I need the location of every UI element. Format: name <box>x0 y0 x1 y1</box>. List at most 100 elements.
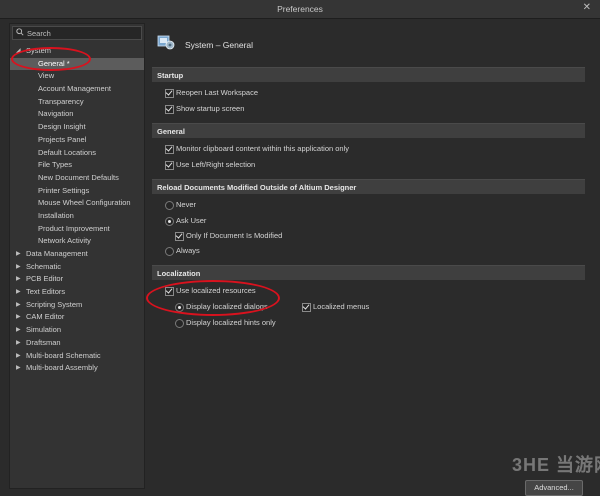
window-title: Preferences <box>277 4 323 14</box>
tree-item-label: Multi-board Schematic <box>26 350 101 360</box>
radio-button[interactable] <box>165 217 174 226</box>
search-box[interactable] <box>12 26 142 40</box>
tree-item-label: Schematic <box>26 261 62 271</box>
tree-item[interactable]: ▶ CAM Editor <box>10 311 144 324</box>
tree-item-label: View <box>38 71 55 81</box>
checkbox-label: Use Left/Right selection <box>176 160 256 169</box>
section-title: Reload Documents Modified Outside of Alt… <box>157 183 357 192</box>
tree-item[interactable]: File Types <box>10 159 144 172</box>
tree-item-label: Installation <box>38 210 74 220</box>
tree-item[interactable]: ▶ PCB Editor <box>10 273 144 286</box>
tree-item[interactable]: New Document Defaults <box>10 172 144 185</box>
expand-right-icon[interactable]: ▶ <box>16 324 21 337</box>
search-icon <box>16 28 24 36</box>
tree-item-label: PCB Editor <box>26 274 64 284</box>
preferences-tree: ◢ System General * View Account Management Tr… <box>10 45 144 375</box>
checkbox-box[interactable] <box>302 303 311 312</box>
tree-item[interactable]: ▶ Multi-board Assembly <box>10 362 144 375</box>
tree-item-label: Multi-board Assembly <box>26 363 98 373</box>
tree-item[interactable]: Installation <box>10 210 144 223</box>
tree-item-label: Account Management <box>38 84 111 94</box>
tree-item[interactable]: ▶ Scripting System <box>10 299 144 312</box>
radio-label: Never <box>176 200 197 209</box>
close-icon[interactable]: ✕ <box>583 2 591 13</box>
watermark: 3HE 当游网 <box>512 455 600 475</box>
expand-right-icon[interactable]: ▶ <box>16 362 21 375</box>
tree-item[interactable]: Mouse Wheel Configuration <box>10 197 144 210</box>
tree-item[interactable]: View <box>10 70 144 83</box>
startup-section-header: Startup <box>152 67 585 82</box>
settings-panel: System – General Startup Reopen Last Wor… <box>146 23 592 491</box>
highlight-ellipse <box>146 280 280 316</box>
expand-right-icon[interactable]: ▶ <box>16 311 21 324</box>
expand-right-icon[interactable]: ▶ <box>16 248 21 261</box>
section-title: General <box>157 127 185 136</box>
expand-right-icon[interactable]: ▶ <box>16 261 21 274</box>
tree-item[interactable]: Printer Settings <box>10 185 144 198</box>
tree-item[interactable]: Account Management <box>10 83 144 96</box>
tree-item[interactable]: ▶ Schematic <box>10 261 144 274</box>
checkbox-label: Show startup screen <box>176 104 245 113</box>
tree-item-label: CAM Editor <box>26 312 65 322</box>
reload-section-header: Reload Documents Modified Outside of Alt… <box>152 179 585 194</box>
radio-label: Display localized hints only <box>186 318 276 327</box>
tree-item-label: Mouse Wheel Configuration <box>38 198 131 208</box>
title-bar: Preferences ✕ <box>0 0 600 19</box>
tree-item-label: Design Insight <box>38 122 86 132</box>
expand-right-icon[interactable]: ▶ <box>16 337 21 350</box>
section-title: Localization <box>157 269 201 278</box>
tree-item-label: Data Management <box>26 249 88 258</box>
expand-right-icon[interactable]: ▶ <box>16 286 21 299</box>
tree-item[interactable]: Design Insight <box>10 121 144 134</box>
tree-item-label: Projects Panel <box>38 134 87 144</box>
localization-section-header: Localization <box>152 265 585 280</box>
tree-item[interactable]: Transparency <box>10 96 144 109</box>
tree-item[interactable]: ▶ Draftsman <box>10 337 144 350</box>
radio-label: Always <box>176 246 200 255</box>
radio-label: Ask User <box>176 216 207 225</box>
tree-item-label: Draftsman <box>26 337 61 347</box>
system-settings-icon <box>157 35 175 50</box>
checkbox-box[interactable] <box>165 89 174 98</box>
tree-item-label: Transparency <box>38 96 84 106</box>
checkbox-label: Monitor clipboard content within this ap… <box>176 144 350 153</box>
tree-item-label: Text Editors <box>26 287 66 297</box>
navigation-panel: ◢SystemGeneral *ViewAccount ManagementTr… <box>9 23 145 489</box>
tree-item[interactable]: ▶ Text Editors <box>10 286 144 299</box>
expand-right-icon[interactable]: ▶ <box>16 299 21 312</box>
tree-item[interactable]: ▶ Data Management <box>10 248 144 261</box>
tree-item[interactable]: ▶ Simulation <box>10 324 144 337</box>
tree-item[interactable]: Projects Panel <box>10 134 144 147</box>
tree-item-label: Network Activity <box>38 236 91 246</box>
tree-item-label: Scripting System <box>26 299 83 309</box>
radio-button[interactable] <box>165 247 174 256</box>
highlight-ellipse <box>11 47 91 71</box>
tree-item[interactable]: Network Activity <box>10 235 144 248</box>
search-input[interactable] <box>27 27 137 39</box>
tree-item[interactable]: ▶ Multi-board Schematic <box>10 350 144 363</box>
tree-item[interactable]: Product Improvement <box>10 223 144 236</box>
checkbox-box[interactable] <box>165 145 174 154</box>
tree-item[interactable]: Default Locations <box>10 147 144 160</box>
tree-item-label: Printer Settings <box>38 185 90 195</box>
tree-item-label: Default Locations <box>38 147 96 157</box>
radio-button[interactable] <box>165 201 174 210</box>
page-title: System – General <box>185 40 254 50</box>
checkbox-label: Reopen Last Workspace <box>176 88 258 97</box>
expand-right-icon[interactable]: ▶ <box>16 273 21 286</box>
expand-right-icon[interactable]: ▶ <box>16 350 21 363</box>
checkbox-label: Localized menus <box>313 302 370 311</box>
tree-item-label: Navigation <box>38 109 74 119</box>
tree-item[interactable]: Navigation <box>10 108 144 121</box>
tree-item-label: File Types <box>38 160 73 170</box>
advanced-button[interactable]: Advanced... <box>525 480 583 496</box>
checkbox-label: Only If Document Is Modified <box>186 231 283 240</box>
checkbox-box[interactable] <box>175 232 184 241</box>
general-section-header: General <box>152 123 585 138</box>
checkbox-box[interactable] <box>165 105 174 114</box>
radio-button[interactable] <box>175 319 184 328</box>
tree-item-label: Product Improvement <box>38 223 110 233</box>
section-title: Startup <box>157 71 184 80</box>
tree-item-label: Simulation <box>26 325 62 335</box>
checkbox-box[interactable] <box>165 161 174 170</box>
